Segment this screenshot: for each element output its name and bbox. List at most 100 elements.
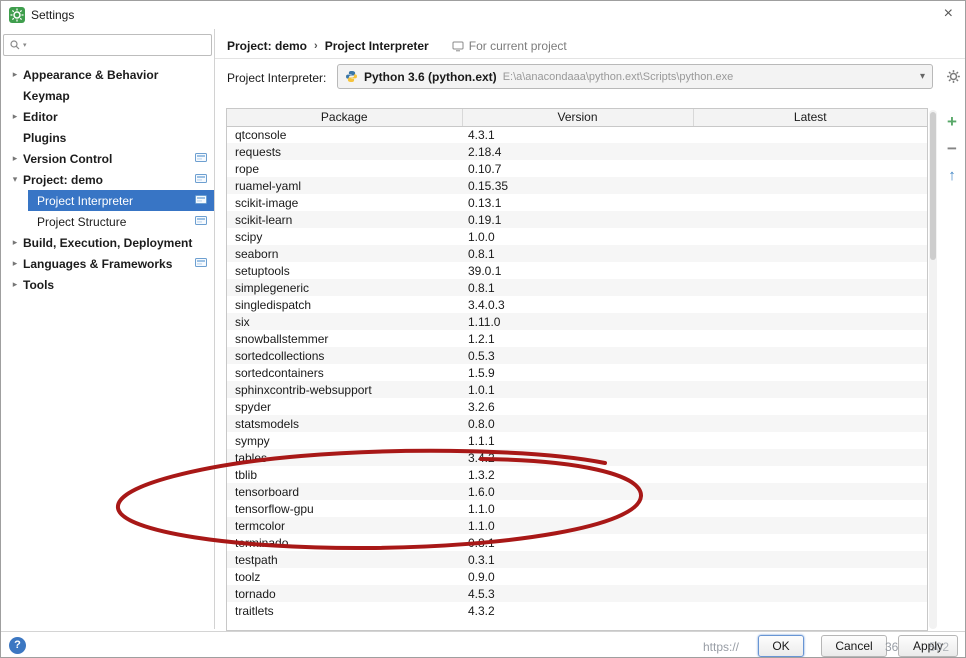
current-project-icon [195, 152, 207, 164]
package-cell: sortedcontainers [227, 364, 462, 381]
table-row[interactable]: requests2.18.4 [227, 143, 927, 160]
chevron-right-icon[interactable]: ▸ [9, 69, 21, 80]
table-row[interactable]: tensorflow-gpu1.1.0 [227, 500, 927, 517]
table-row[interactable]: termcolor1.1.0 [227, 517, 927, 534]
package-cell: simplegeneric [227, 279, 462, 296]
package-cell: ruamel-yaml [227, 177, 462, 194]
table-row[interactable]: spyder3.2.6 [227, 398, 927, 415]
latest-cell [693, 551, 927, 568]
breadcrumb-project[interactable]: Project: demo [227, 39, 307, 53]
table-row[interactable]: tables3.4.2 [227, 449, 927, 466]
settings-search-box[interactable]: ▾ [3, 34, 212, 56]
table-row[interactable]: tensorboard1.6.0 [227, 483, 927, 500]
table-row[interactable]: sphinxcontrib-websupport1.0.1 [227, 381, 927, 398]
latest-cell [693, 330, 927, 347]
sidebar-item-build-execution-deployment[interactable]: ▸Build, Execution, Deployment [1, 232, 214, 253]
scrollbar-thumb[interactable] [930, 112, 936, 260]
settings-search-input[interactable] [29, 36, 206, 54]
table-row[interactable]: seaborn0.8.1 [227, 245, 927, 262]
table-row[interactable]: terminado0.8.1 [227, 534, 927, 551]
sidebar-item-keymap[interactable]: Keymap [1, 85, 214, 106]
table-row[interactable]: snowballstemmer1.2.1 [227, 330, 927, 347]
table-row[interactable]: tornado4.5.3 [227, 585, 927, 602]
sidebar-item-tools[interactable]: ▸Tools [1, 274, 214, 295]
table-row[interactable]: testpath0.3.1 [227, 551, 927, 568]
watermark-text: https:// [703, 640, 739, 654]
add-package-button[interactable]: + [941, 111, 963, 133]
table-row[interactable]: scipy1.0.0 [227, 228, 927, 245]
cancel-button[interactable]: Cancel [821, 635, 887, 657]
close-icon[interactable]: × [944, 5, 953, 23]
chevron-down-icon[interactable]: ▾ [9, 174, 21, 185]
version-cell: 0.8.1 [462, 245, 693, 262]
package-cell: rope [227, 160, 462, 177]
table-scrollbar[interactable] [929, 110, 937, 629]
interpreter-name: Python 3.6 (python.ext) [364, 70, 497, 84]
version-cell: 39.0.1 [462, 262, 693, 279]
table-row[interactable]: sortedcontainers1.5.9 [227, 364, 927, 381]
sidebar-item-project-structure[interactable]: Project Structure [1, 211, 214, 232]
sidebar-item-version-control[interactable]: ▸Version Control [1, 148, 214, 169]
table-row[interactable]: singledispatch3.4.0.3 [227, 296, 927, 313]
version-cell: 3.4.0.3 [462, 296, 693, 313]
chevron-right-icon[interactable]: ▸ [9, 258, 21, 269]
sidebar-item-label: Project Interpreter [37, 194, 133, 208]
table-row[interactable]: scikit-image0.13.1 [227, 194, 927, 211]
package-table-body: qtconsole4.3.1requests2.18.4rope0.10.7ru… [227, 126, 927, 619]
chevron-right-icon[interactable]: ▸ [9, 279, 21, 290]
table-row[interactable]: statsmodels0.8.0 [227, 415, 927, 432]
interpreter-select[interactable]: Python 3.6 (python.ext) E:\a\anacondaaa\… [337, 64, 933, 89]
interpreter-gear-button[interactable] [941, 64, 965, 89]
latest-cell [693, 262, 927, 279]
breadcrumb-page[interactable]: Project Interpreter [325, 39, 429, 53]
sidebar-item-label: Plugins [23, 131, 66, 145]
version-cell: 1.1.0 [462, 517, 693, 534]
table-row[interactable]: sortedcollections0.5.3 [227, 347, 927, 364]
table-row[interactable]: tblib1.3.2 [227, 466, 927, 483]
latest-cell [693, 347, 927, 364]
version-cell: 4.3.1 [462, 126, 693, 143]
latest-cell [693, 500, 927, 517]
table-row[interactable]: traitlets4.3.2 [227, 602, 927, 619]
sidebar-item-label: Project Structure [37, 215, 126, 229]
sidebar-item-label: Version Control [23, 152, 112, 166]
table-row[interactable]: rope0.10.7 [227, 160, 927, 177]
chevron-right-icon[interactable]: ▸ [9, 111, 21, 122]
watermark-text: 502 [929, 640, 949, 654]
version-cell: 0.13.1 [462, 194, 693, 211]
sidebar-item-plugins[interactable]: Plugins [1, 127, 214, 148]
latest-cell [693, 398, 927, 415]
package-cell: snowballstemmer [227, 330, 462, 347]
table-row[interactable]: ruamel-yaml0.15.35 [227, 177, 927, 194]
latest-cell [693, 602, 927, 619]
table-row[interactable]: qtconsole4.3.1 [227, 126, 927, 143]
header-divider [215, 58, 965, 59]
help-button[interactable]: ? [9, 637, 26, 654]
breadcrumb-separator: › [314, 40, 318, 52]
package-cell: setuptools [227, 262, 462, 279]
chevron-down-icon[interactable]: ▾ [920, 71, 925, 82]
chevron-right-icon[interactable]: ▸ [9, 237, 21, 248]
package-table: Package Version Latest qtconsole4.3.1req… [226, 108, 928, 631]
upgrade-package-button[interactable]: ↑ [941, 165, 963, 187]
table-row[interactable]: setuptools39.0.1 [227, 262, 927, 279]
search-filter-caret-icon[interactable]: ▾ [23, 41, 27, 49]
chevron-right-icon[interactable]: ▸ [9, 153, 21, 164]
latest-cell [693, 364, 927, 381]
table-row[interactable]: sympy1.1.1 [227, 432, 927, 449]
sidebar-item-appearance-behavior[interactable]: ▸Appearance & Behavior [1, 64, 214, 85]
latest-cell [693, 211, 927, 228]
table-row[interactable]: simplegeneric0.8.1 [227, 279, 927, 296]
sidebar-item-project-demo[interactable]: ▾Project: demo [1, 169, 214, 190]
latest-cell [693, 279, 927, 296]
ok-button[interactable]: OK [758, 635, 804, 657]
latest-cell [693, 177, 927, 194]
table-row[interactable]: scikit-learn0.19.1 [227, 211, 927, 228]
table-row[interactable]: six1.11.0 [227, 313, 927, 330]
sidebar-item-project-interpreter[interactable]: Project Interpreter [1, 190, 214, 211]
sidebar-item-editor[interactable]: ▸Editor [1, 106, 214, 127]
remove-package-button[interactable]: − [941, 138, 963, 160]
search-icon [9, 39, 21, 51]
sidebar-item-languages-frameworks[interactable]: ▸Languages & Frameworks [1, 253, 214, 274]
table-row[interactable]: toolz0.9.0 [227, 568, 927, 585]
